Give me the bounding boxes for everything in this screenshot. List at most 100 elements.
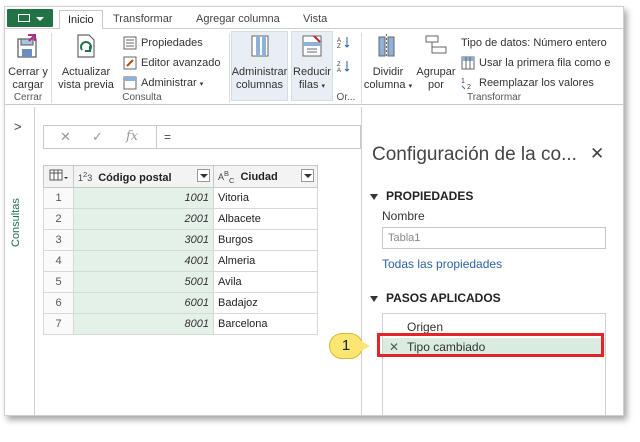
sort-descending-icon: ZA xyxy=(337,61,350,74)
column-header-city[interactable]: ABC Ciudad xyxy=(213,165,318,188)
manage-label: Administrar xyxy=(141,77,197,89)
chevron-right-icon[interactable]: > xyxy=(14,119,22,134)
applied-steps-list: Origen ✕ Tipo cambiado xyxy=(382,313,606,415)
city-cell[interactable]: Almeria xyxy=(213,250,318,272)
split-column-label-1: Dividir xyxy=(372,66,404,78)
split-column-button[interactable]: Dividir columna ▾ xyxy=(363,33,413,93)
applied-steps-section-header[interactable]: PASOS APLICADOS xyxy=(370,291,501,305)
table-row[interactable]: 7 8001 Barcelona xyxy=(43,313,318,335)
tab-transformar[interactable]: Transformar xyxy=(105,10,181,30)
text-type-icon: ABC xyxy=(218,168,235,185)
city-cell[interactable]: Vitoria xyxy=(213,187,318,209)
row-number: 2 xyxy=(43,208,74,230)
window-icon xyxy=(18,14,30,22)
postal-code-cell[interactable]: 4001 xyxy=(73,250,214,272)
reduce-rows-button[interactable]: Reducir filas ▾ xyxy=(291,33,333,93)
cancel-icon[interactable]: ✕ xyxy=(60,129,71,145)
postal-code-cell[interactable]: 8001 xyxy=(73,313,214,335)
properties-button[interactable]: Propiedades xyxy=(123,35,203,51)
column-header-label: Código postal xyxy=(98,171,172,184)
properties-label: Propiedades xyxy=(141,37,203,49)
table-row[interactable]: 5 5001 Avila xyxy=(43,271,318,293)
tab-agregar-columna[interactable]: Agregar columna xyxy=(188,10,288,30)
use-first-row-as-header-button[interactable]: Usar la primera fila como e xyxy=(461,55,610,71)
confirm-icon[interactable]: ✓ xyxy=(92,129,103,145)
city-cell[interactable]: Barcelona xyxy=(213,313,318,335)
reduce-rows-icon xyxy=(302,35,322,57)
data-type-dropdown[interactable]: Tipo de datos: Número entero xyxy=(461,35,607,51)
split-column-icon xyxy=(378,34,395,58)
close-and-load-icon xyxy=(17,34,37,58)
postal-code-cell[interactable]: 6001 xyxy=(73,292,214,314)
table-row[interactable]: 4 4001 Almeria xyxy=(43,250,318,272)
tab-inicio[interactable]: Inicio xyxy=(59,10,103,30)
group-by-button[interactable]: Agrupar por xyxy=(415,33,457,92)
file-menu-button[interactable] xyxy=(7,9,53,27)
advanced-editor-label: Editor avanzado xyxy=(141,57,221,69)
close-and-load-label-2: cargar xyxy=(12,79,44,91)
postal-code-cell[interactable]: 1001 xyxy=(73,187,214,209)
column-header-postal-code[interactable]: 123 Código postal xyxy=(73,165,214,188)
sort-descending-button[interactable]: ZA xyxy=(337,59,351,75)
sort-ascending-button[interactable]: AZ xyxy=(337,35,351,51)
formula-input[interactable]: = xyxy=(164,130,171,144)
close-icon[interactable]: ✕ xyxy=(590,144,604,164)
advanced-editor-button[interactable]: Editor avanzado xyxy=(123,55,221,71)
queries-nav: > Consultas xyxy=(5,107,35,415)
query-settings-pane: Configuración de la co... ✕ PROPIEDADES … xyxy=(361,107,623,415)
formula-divider xyxy=(156,126,157,148)
fx-icon[interactable]: fx xyxy=(126,129,138,144)
table-row[interactable]: 6 6001 Badajoz xyxy=(43,292,318,314)
callout-number: 1 xyxy=(329,333,363,359)
group-label-transform: Transformar xyxy=(466,92,522,103)
table-row[interactable]: 2 2001 Albacete xyxy=(43,208,318,230)
table-row[interactable]: 3 3001 Burgos xyxy=(43,229,318,251)
refresh-preview-button[interactable]: Actualizar vista previa xyxy=(55,33,117,92)
tab-vista[interactable]: Vista xyxy=(295,10,335,30)
queries-label[interactable]: Consultas xyxy=(10,198,22,247)
ribbon: Cerrar y cargar Cerrar Actualizar vista … xyxy=(5,29,623,105)
manage-icon xyxy=(123,76,137,90)
svg-text:Z: Z xyxy=(337,44,341,49)
all-properties-link[interactable]: Todas las propiedades xyxy=(382,257,502,271)
properties-section-header[interactable]: PROPIEDADES xyxy=(370,189,473,203)
split-column-label-2: columna ▾ xyxy=(363,79,413,91)
refresh-label-2: vista previa xyxy=(58,79,114,91)
dropdown-arrow-icon xyxy=(36,17,44,21)
ribbon-tab-bar: Inicio Transformar Agregar columna Vista xyxy=(5,7,623,30)
city-cell[interactable]: Burgos xyxy=(213,229,318,251)
row-number: 6 xyxy=(43,292,74,314)
replace-values-button[interactable]: 1 2 Reemplazar los valores xyxy=(461,75,594,91)
table-row[interactable]: 1 1001 Vitoria xyxy=(43,187,318,209)
city-cell[interactable]: Avila xyxy=(213,271,318,293)
group-label-close: Cerrar xyxy=(13,92,43,103)
filter-dropdown-icon[interactable] xyxy=(301,169,314,182)
manage-button[interactable]: Administrar ▾ xyxy=(123,75,203,91)
postal-code-cell[interactable]: 3001 xyxy=(73,229,214,251)
callout-marker: 1 xyxy=(329,333,371,359)
table-menu-header[interactable] xyxy=(43,165,74,188)
group-label-query: Consulta xyxy=(122,92,162,103)
group-by-label-2: por xyxy=(428,79,444,91)
postal-code-cell[interactable]: 5001 xyxy=(73,271,214,293)
manage-columns-label-1: Administrar xyxy=(231,66,288,78)
postal-code-cell[interactable]: 2001 xyxy=(73,208,214,230)
refresh-label-1: Actualizar xyxy=(61,66,111,78)
manage-columns-button[interactable]: Administrar columnas xyxy=(231,33,288,92)
city-cell[interactable]: Albacete xyxy=(213,208,318,230)
step-label: Origen xyxy=(407,320,444,334)
name-field[interactable] xyxy=(382,227,606,249)
reduce-rows-label-1: Reducir xyxy=(293,66,331,78)
refresh-icon xyxy=(77,34,95,58)
close-and-load-button[interactable]: Cerrar y cargar xyxy=(7,33,49,92)
highlight-box xyxy=(377,333,604,357)
city-cell[interactable]: Badajoz xyxy=(213,292,318,314)
number-type-icon: 123 xyxy=(78,169,93,183)
filter-dropdown-icon[interactable] xyxy=(197,169,210,182)
ribbon-separator xyxy=(51,33,52,103)
callout-tail xyxy=(361,341,370,351)
ribbon-separator xyxy=(229,33,230,103)
replace-values-label: Reemplazar los valores xyxy=(479,77,594,89)
row-number: 5 xyxy=(43,271,74,293)
svg-text:A: A xyxy=(337,68,341,73)
